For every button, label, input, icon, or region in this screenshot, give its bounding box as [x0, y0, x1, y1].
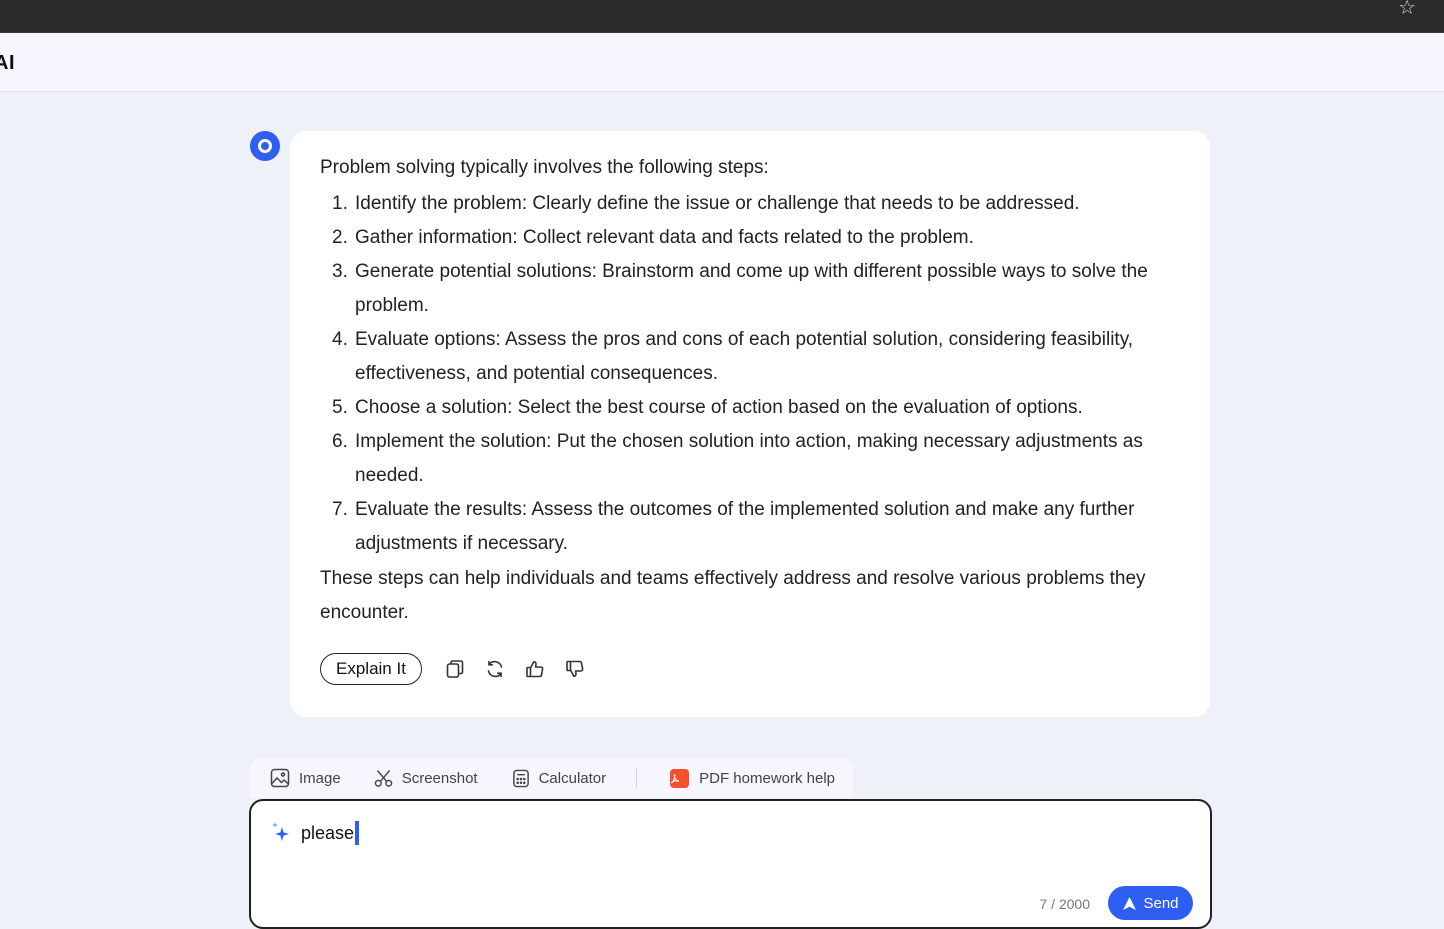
- send-button[interactable]: Send: [1108, 886, 1193, 920]
- list-item: 7. Evaluate the results: Assess the outco…: [290, 493, 1210, 561]
- pdf-tool-label: PDF homework help: [699, 769, 836, 787]
- step-text: Implement the solution: Put the chosen s…: [355, 431, 1143, 486]
- list-item: 5. Choose a solution: Select the best cou…: [290, 391, 1210, 425]
- scissors-icon: [374, 769, 392, 787]
- image-tool-button[interactable]: Image: [270, 758, 341, 798]
- step-number: 7.: [332, 499, 348, 520]
- steps-list: 1. Identify the problem: Clearly define t…: [290, 187, 1210, 561]
- sparkle-icon: [271, 821, 291, 848]
- calculator-tool-label: Calculator: [538, 769, 607, 787]
- message-input[interactable]: please: [301, 821, 360, 845]
- assistant-message-card: Problem solving typically involves the f…: [290, 131, 1210, 717]
- step-text: Evaluate the results: Assess the outcome…: [355, 499, 1135, 554]
- step-number: 4.: [332, 329, 348, 350]
- screenshot-tool-button[interactable]: Screenshot: [374, 758, 478, 798]
- message-intro: Problem solving typically involves the f…: [320, 157, 769, 178]
- pdf-homework-help-button[interactable]: PDF homework help: [670, 758, 835, 798]
- assistant-avatar-icon: [250, 131, 280, 161]
- pdf-icon: [670, 768, 690, 788]
- message-actions: Explain It: [320, 653, 586, 685]
- text-caret: [355, 821, 360, 845]
- step-number: 5.: [332, 397, 348, 418]
- bookmark-star-icon[interactable]: ☆: [1398, 0, 1416, 17]
- list-item: 6. Implement the solution: Put the chosen…: [290, 425, 1210, 493]
- list-item: 2. Gather information: Collect relevant d…: [290, 221, 1210, 255]
- calculator-icon: [512, 769, 529, 787]
- thumbs-down-icon[interactable]: [564, 658, 586, 680]
- send-button-label: Send: [1143, 894, 1179, 912]
- message-outro: These steps can help individuals and tea…: [320, 568, 1146, 623]
- screenshot-tool-label: Screenshot: [401, 769, 478, 787]
- step-number: 2.: [332, 227, 348, 248]
- step-text: Choose a solution: Select the best cours…: [355, 397, 1083, 418]
- copy-icon[interactable]: [444, 658, 466, 680]
- thumbs-up-icon[interactable]: [524, 658, 546, 680]
- calculator-tool-button[interactable]: Calculator: [512, 758, 607, 798]
- composer-tools-bar: Image Screenshot Calculator PDF homework…: [250, 758, 853, 798]
- list-item: 3. Generate potential solutions: Brainsto…: [290, 255, 1210, 323]
- image-tool-label: Image: [299, 769, 341, 787]
- character-counter: 7 / 2000: [1039, 896, 1090, 912]
- explain-it-button[interactable]: Explain It: [320, 653, 422, 685]
- step-number: 6.: [332, 431, 348, 452]
- step-number: 3.: [332, 261, 348, 282]
- message-composer[interactable]: please 7 / 2000 Send: [249, 799, 1212, 929]
- step-text: Evaluate options: Assess the pros and co…: [355, 329, 1134, 384]
- browser-toolbar: ☆: [0, 0, 1444, 33]
- image-icon: [270, 768, 290, 788]
- send-icon: [1123, 896, 1137, 910]
- message-input-value: please: [301, 823, 355, 843]
- list-item: 1. Identify the problem: Clearly define t…: [290, 187, 1210, 221]
- step-text: Generate potential solutions: Brainstorm…: [355, 261, 1148, 316]
- regenerate-icon[interactable]: [484, 658, 506, 680]
- app-header: AI: [0, 33, 1444, 92]
- step-text: Identify the problem: Clearly define the…: [355, 193, 1080, 214]
- tools-divider: [636, 768, 638, 788]
- list-item: 4. Evaluate options: Assess the pros and …: [290, 323, 1210, 391]
- app-logo[interactable]: AI: [0, 52, 15, 75]
- step-text: Gather information: Collect relevant dat…: [355, 227, 974, 248]
- step-number: 1.: [332, 193, 348, 214]
